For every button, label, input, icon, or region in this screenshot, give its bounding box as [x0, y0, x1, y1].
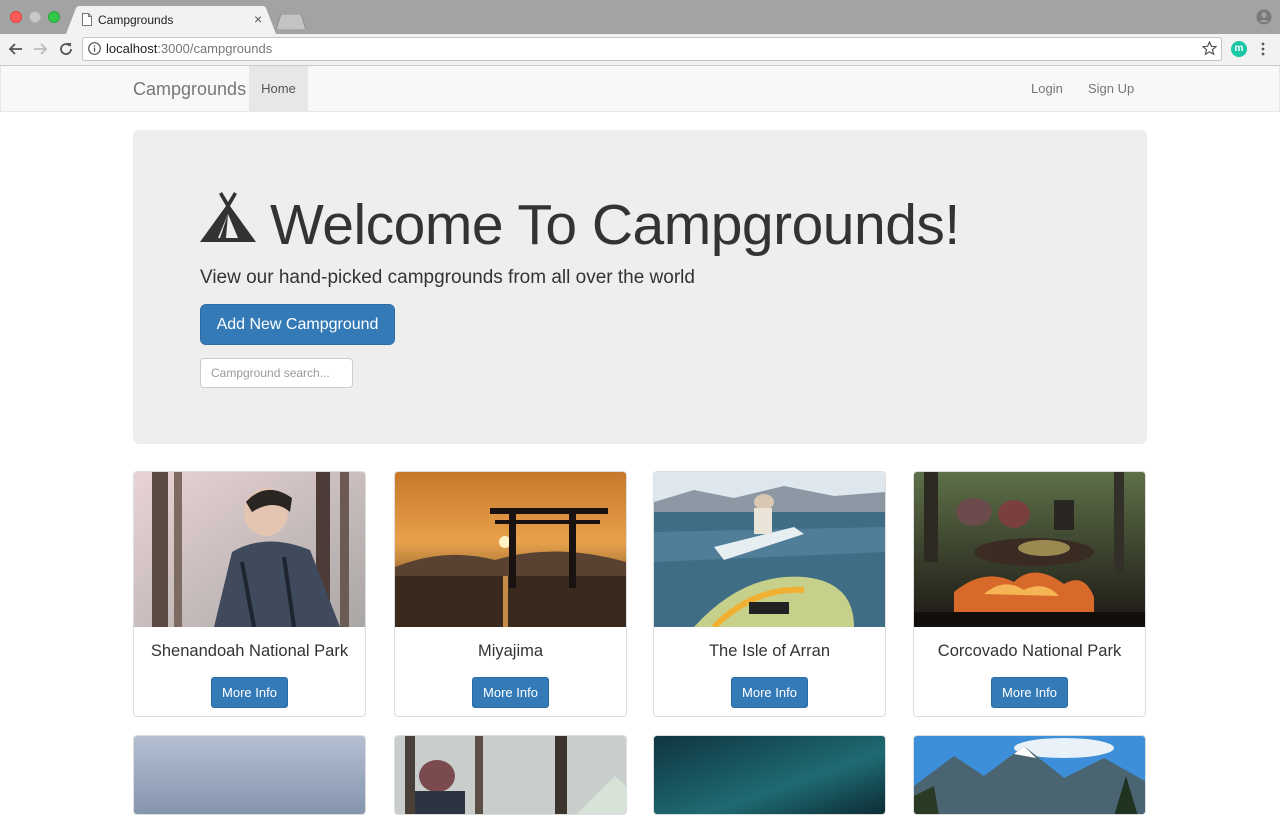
campground-name: Shenandoah National Park: [150, 642, 349, 660]
more-info-button[interactable]: More Info: [731, 677, 808, 708]
navbar-brand[interactable]: Campgrounds: [133, 79, 246, 100]
profile-icon[interactable]: [1256, 9, 1272, 25]
campground-card-partial: [133, 735, 366, 815]
hero-title: Welcome To Campgrounds!: [270, 193, 960, 257]
minimize-window-button[interactable]: [29, 11, 41, 23]
page-icon: [82, 13, 92, 26]
campground-name: Corcovado National Park: [937, 642, 1122, 660]
add-campground-button[interactable]: Add New Campground: [200, 304, 395, 345]
close-window-button[interactable]: [10, 11, 22, 23]
extension-icon[interactable]: m: [1231, 41, 1247, 57]
info-icon[interactable]: [88, 42, 101, 55]
campground-search-input[interactable]: [200, 358, 353, 388]
campground-name: The Isle of Arran: [708, 642, 831, 660]
back-icon[interactable]: [7, 40, 25, 58]
nav-login-link[interactable]: Login: [1031, 81, 1063, 96]
nav-signup-link[interactable]: Sign Up: [1088, 81, 1134, 96]
campground-image[interactable]: [654, 736, 885, 815]
campground-card: Miyajima More Info: [394, 471, 627, 717]
tent-icon: [200, 192, 256, 242]
forward-icon[interactable]: [31, 40, 49, 58]
bookmark-star-icon[interactable]: [1202, 41, 1217, 56]
campground-image[interactable]: [134, 472, 365, 627]
campground-image[interactable]: [134, 736, 365, 815]
url-host: localhost: [106, 41, 158, 56]
hero-subtitle: View our hand-picked campgrounds from al…: [200, 267, 695, 288]
more-info-button[interactable]: More Info: [991, 677, 1068, 708]
campground-card: The Isle of Arran More Info: [653, 471, 886, 717]
browser-menu-icon[interactable]: [1260, 41, 1266, 57]
close-tab-icon[interactable]: ×: [254, 11, 262, 27]
more-info-button[interactable]: More Info: [211, 677, 288, 708]
url-text[interactable]: localhost:3000/campgrounds: [106, 41, 272, 56]
campground-image[interactable]: [914, 472, 1145, 627]
campground-card: Corcovado National Park More Info: [913, 471, 1146, 717]
new-tab-button[interactable]: [276, 14, 306, 30]
tab-title: Campgrounds: [98, 13, 174, 27]
campground-card-partial: [653, 735, 886, 815]
campground-image[interactable]: [395, 736, 626, 815]
campground-image[interactable]: [395, 472, 626, 627]
campground-image[interactable]: [654, 472, 885, 627]
maximize-window-button[interactable]: [48, 11, 60, 23]
campground-name: Miyajima: [477, 642, 544, 660]
nav-home-link[interactable]: Home: [249, 66, 308, 111]
more-info-button[interactable]: More Info: [472, 677, 549, 708]
reload-icon[interactable]: [57, 40, 75, 58]
campground-image[interactable]: [914, 736, 1145, 815]
campground-card: Shenandoah National Park More Info: [133, 471, 366, 717]
url-path: :3000/campgrounds: [157, 41, 273, 56]
campground-card-partial: [394, 735, 627, 815]
campground-card-partial: [913, 735, 1146, 815]
